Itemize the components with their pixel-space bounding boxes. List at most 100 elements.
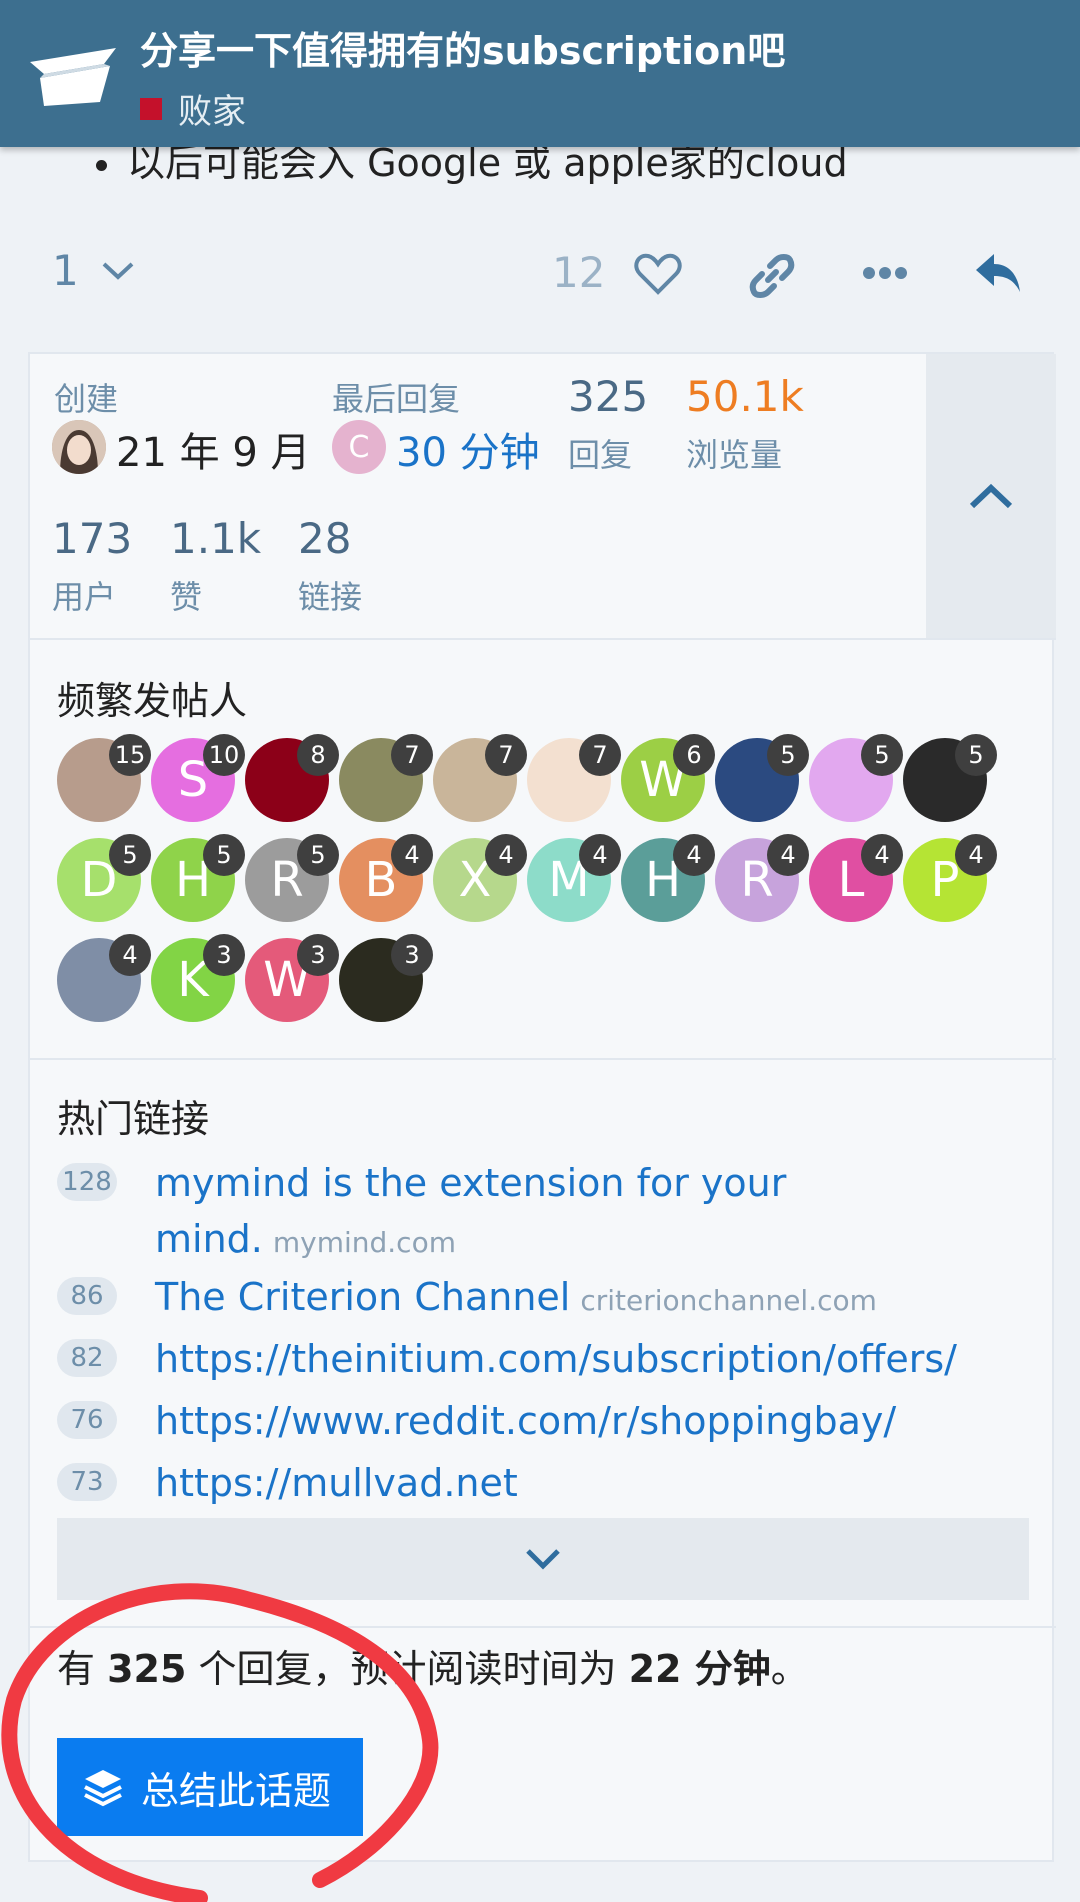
show-more-links-button[interactable] xyxy=(57,1518,1029,1600)
link-domain: criterionchannel.com xyxy=(580,1284,877,1317)
poster-post-count-badge: 3 xyxy=(297,934,339,976)
category-color-swatch xyxy=(140,97,162,120)
poster-avatar[interactable]: 5 xyxy=(903,734,997,822)
more-options-icon[interactable] xyxy=(862,266,908,280)
summary-info-text: 有 325 个回复，预计阅读时间为 22 分钟。 xyxy=(57,1638,809,1693)
topic-header: 分享一下值得拥有的subscription吧 败家 xyxy=(0,0,1080,147)
poster-avatar[interactable]: 15 xyxy=(57,734,151,822)
poster-avatar[interactable]: 3 xyxy=(339,934,433,1022)
chevron-down-icon xyxy=(102,262,134,280)
summary-reply-count: 325 xyxy=(107,1647,187,1691)
summary-read-time: 22 分钟 xyxy=(628,1647,771,1691)
poster-avatar[interactable]: K3 xyxy=(151,934,245,1022)
poster-avatar[interactable]: D5 xyxy=(57,834,151,922)
popular-links-title: 热门链接 xyxy=(57,1097,210,1141)
last-reply-avatar[interactable]: C xyxy=(332,420,386,474)
poster-avatar[interactable]: H4 xyxy=(621,834,715,922)
likes-count: 1.1k xyxy=(170,514,262,563)
poster-avatar[interactable]: R5 xyxy=(245,834,339,922)
collapse-topic-map-button[interactable] xyxy=(926,354,1056,638)
poster-avatar[interactable]: 4 xyxy=(57,934,151,1022)
link-title-text: The Criterion Channel xyxy=(155,1275,571,1319)
poster-avatar[interactable]: S 10 xyxy=(151,734,245,822)
link-icon[interactable] xyxy=(748,252,796,300)
links-count: 28 xyxy=(298,514,352,563)
link-title-text: https://mullvad.net xyxy=(155,1461,518,1505)
link-click-count: 76 xyxy=(57,1401,117,1439)
link-title-text: https://www.reddit.com/r/shoppingbay/ xyxy=(155,1399,897,1443)
popular-link-row[interactable]: 76 https://www.reddit.com/r/shoppingbay/ xyxy=(57,1393,1037,1455)
link-title[interactable]: https://mullvad.net xyxy=(155,1455,518,1511)
poster-post-count-badge: 5 xyxy=(109,834,151,876)
category-badge[interactable]: 败家 xyxy=(140,84,246,133)
frequent-posters-list: 15 S 10 8 7 7 7 W 6 5 5 5 D 5 H 5 R 5 B 4 X 4 M 4 H 4 R 4 L 4 P 4 4 K 3 W 3 3 xyxy=(57,734,1017,1038)
link-title[interactable]: mymind is the extension for your mind. my… xyxy=(155,1155,1037,1271)
poster-avatar[interactable]: R4 xyxy=(715,834,809,922)
poster-avatar[interactable]: B4 xyxy=(339,834,433,922)
chevron-down-icon xyxy=(526,1549,560,1570)
poster-post-count-badge: 4 xyxy=(391,834,433,876)
views-label: 浏览量 xyxy=(686,436,783,474)
popular-link-row[interactable]: 73 https://mullvad.net xyxy=(57,1455,1037,1517)
poster-avatar[interactable]: M4 xyxy=(527,834,621,922)
poster-post-count-badge: 5 xyxy=(297,834,339,876)
popular-link-row[interactable]: 82 https://theinitium.com/subscription/of… xyxy=(57,1331,1037,1393)
poster-avatar[interactable]: L4 xyxy=(809,834,903,922)
poster-post-count-badge: 7 xyxy=(579,734,621,776)
heart-icon[interactable] xyxy=(634,252,682,296)
link-click-count: 86 xyxy=(57,1277,117,1315)
paper-plane-logo-icon[interactable] xyxy=(30,44,122,110)
poster-post-count-badge: 4 xyxy=(673,834,715,876)
poster-post-count-badge: 4 xyxy=(579,834,621,876)
poster-post-count-badge: 5 xyxy=(955,734,997,776)
popular-link-row[interactable]: 128 mymind is the extension for your mind… xyxy=(57,1155,1037,1269)
likes-label: 赞 xyxy=(170,578,203,616)
created-date[interactable]: 21 年 9 月 xyxy=(116,420,311,478)
topic-stats: 创建 21 年 9 月 最后回复 C 30 分钟 325 回复 50.1k 浏览… xyxy=(30,354,926,638)
creator-avatar[interactable] xyxy=(52,420,106,474)
poster-avatar[interactable]: 8 xyxy=(245,734,339,822)
poster-post-count-badge: 4 xyxy=(955,834,997,876)
reply-count-text: 1 xyxy=(52,246,79,295)
section-divider xyxy=(30,638,1056,640)
last-reply-time[interactable]: 30 分钟 xyxy=(396,420,540,478)
creator-avatar-image xyxy=(52,420,106,474)
popular-links-list: 128 mymind is the extension for your mind… xyxy=(57,1155,1037,1517)
poster-avatar[interactable]: W6 xyxy=(621,734,715,822)
link-title[interactable]: The Criterion Channel criterionchannel.co… xyxy=(155,1269,877,1329)
views-count: 50.1k xyxy=(686,372,804,421)
poster-post-count-badge: 5 xyxy=(767,734,809,776)
poster-post-count-badge: 4 xyxy=(861,834,903,876)
poster-avatar[interactable]: W3 xyxy=(245,934,339,1022)
poster-avatar-letter: L xyxy=(837,852,865,908)
link-title[interactable]: https://www.reddit.com/r/shoppingbay/ xyxy=(155,1393,896,1449)
replies-label: 回复 xyxy=(568,436,633,474)
summarize-topic-button[interactable]: 总结此话题 xyxy=(57,1738,363,1836)
link-title[interactable]: https://theinitium.com/subscription/offe… xyxy=(155,1331,957,1387)
poster-post-count-badge: 15 xyxy=(109,734,151,776)
poster-avatar[interactable]: 7 xyxy=(433,734,527,822)
poster-avatar[interactable]: 7 xyxy=(339,734,433,822)
like-count[interactable]: 12 xyxy=(552,248,605,297)
links-label: 链接 xyxy=(298,578,363,616)
topic-map-card: 创建 21 年 9 月 最后回复 C 30 分钟 325 回复 50.1k 浏览… xyxy=(28,352,1056,1862)
summary-suffix: 。 xyxy=(770,1647,809,1691)
popular-link-row[interactable]: 86 The Criterion Channel criterionchannel.… xyxy=(57,1269,1037,1331)
poster-avatar[interactable]: X4 xyxy=(433,834,527,922)
poster-avatar[interactable]: H5 xyxy=(151,834,245,922)
topic-title[interactable]: 分享一下值得拥有的subscription吧 xyxy=(140,20,785,75)
link-click-count: 73 xyxy=(57,1463,117,1501)
summary-prefix: 有 xyxy=(57,1647,108,1691)
poster-post-count-badge: 3 xyxy=(203,934,245,976)
frequent-posters-title: 频繁发帖人 xyxy=(57,679,248,723)
poster-avatar[interactable]: 7 xyxy=(527,734,621,822)
reply-icon[interactable] xyxy=(974,252,1022,294)
poster-avatar[interactable]: 5 xyxy=(809,734,903,822)
link-click-count: 128 xyxy=(57,1163,117,1201)
last-reply-label: 最后回复 xyxy=(332,380,461,418)
poster-avatar[interactable]: P4 xyxy=(903,834,997,922)
section-divider xyxy=(30,1626,1056,1628)
poster-avatar[interactable]: 5 xyxy=(715,734,809,822)
users-count: 173 xyxy=(52,514,133,563)
expand-replies-button[interactable]: 1 xyxy=(52,246,135,295)
